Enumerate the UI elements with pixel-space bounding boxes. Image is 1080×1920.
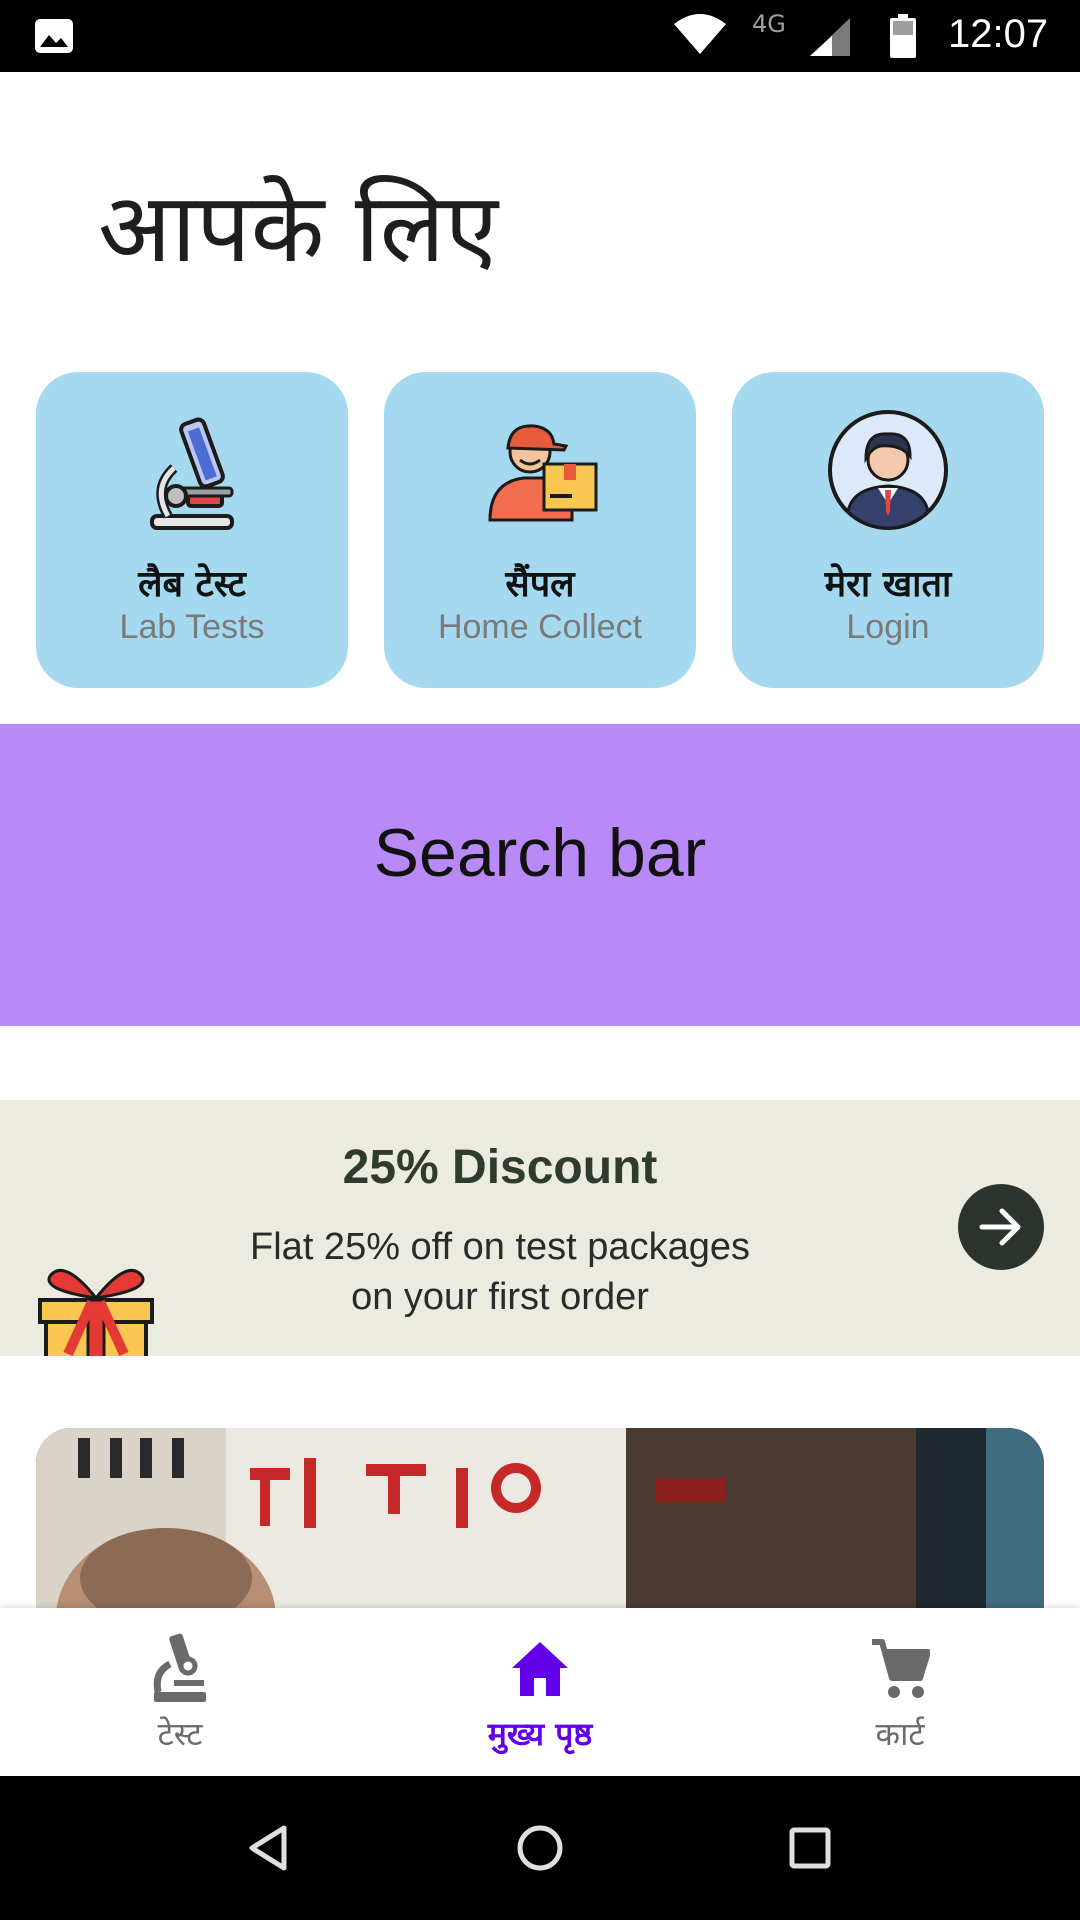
nav-label: मुख्य पृष्ठ [487, 1715, 593, 1753]
tile-title-hi: सैंपल [505, 564, 575, 605]
nav-label: कार्ट [875, 1715, 925, 1753]
status-bar: 4G 12:07 [0, 0, 1080, 72]
back-icon[interactable] [244, 1822, 296, 1874]
system-navigation-bar [0, 1776, 1080, 1920]
discount-offer-card[interactable]: 25% Discount Flat 25% off on test packag… [0, 1100, 1080, 1356]
clock: 12:07 [948, 12, 1049, 56]
page-title: आपके लिए [98, 172, 498, 284]
search-bar[interactable]: Search bar [0, 724, 1080, 1026]
signal-icon [810, 18, 850, 56]
tile-login[interactable]: मेरा खाता Login [732, 372, 1044, 688]
delivery-person-icon [488, 424, 598, 522]
offer-arrow-button[interactable] [958, 1184, 1044, 1270]
offer-line-2: on your first order [351, 1276, 649, 1318]
offer-line-1: Flat 25% off on test packages [250, 1226, 750, 1268]
tile-title-hi: लैब टेस्ट [138, 564, 246, 605]
tile-title-en: Lab Tests [119, 608, 265, 646]
promo-banner-image[interactable] [36, 1428, 1044, 1608]
home-icon [512, 1642, 568, 1696]
battery-icon [890, 14, 916, 58]
tile-lab-tests[interactable]: लैब टेस्ट Lab Tests [36, 372, 348, 688]
gift-icon [38, 1268, 154, 1356]
network-type: 4G [752, 10, 786, 38]
arrow-right-icon [979, 1208, 1021, 1246]
cart-icon [872, 1639, 930, 1698]
tile-title-hi: मेरा खाता [824, 564, 952, 605]
offer-title: 25% Discount [342, 1141, 658, 1194]
nav-item-cart[interactable]: कार्ट [780, 1608, 1020, 1776]
shortcut-tiles: लैब टेस्ट Lab Tests सैंपल Home Collect म… [36, 372, 1044, 688]
offer-description: Flat 25% off on test packages on your fi… [160, 1222, 840, 1322]
search-bar-label: Search bar [373, 815, 707, 891]
tile-title-en: Login [846, 608, 930, 646]
microscope-icon [150, 417, 234, 530]
recents-icon[interactable] [784, 1822, 836, 1874]
nav-item-tests[interactable]: टेस्ट [60, 1608, 300, 1776]
gallery-icon [35, 19, 73, 53]
tile-title-en: Home Collect [437, 608, 643, 646]
promo-photo [36, 1428, 1044, 1608]
home-circle-icon[interactable] [514, 1822, 566, 1874]
nav-item-home[interactable]: मुख्य पृष्ठ [420, 1608, 660, 1776]
wifi-icon [674, 14, 726, 54]
tile-home-collect[interactable]: सैंपल Home Collect [384, 372, 696, 688]
user-avatar-icon [828, 410, 948, 530]
microscope-icon [153, 1633, 206, 1702]
bottom-navigation: टेस्ट मुख्य पृष्ठ कार्ट [0, 1608, 1080, 1776]
nav-label: टेस्ट [157, 1715, 203, 1753]
